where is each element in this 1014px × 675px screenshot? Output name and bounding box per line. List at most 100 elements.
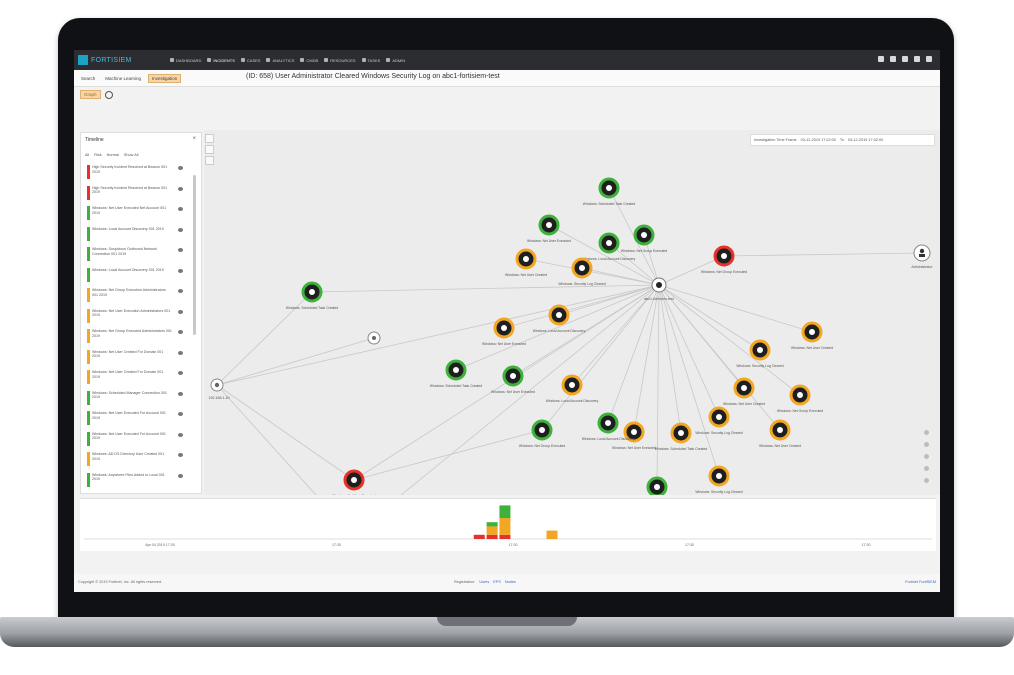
bell-icon[interactable] xyxy=(878,56,884,62)
histogram-bar-red[interactable] xyxy=(486,534,498,539)
graph-node[interactable]: Windows: Net User Executed xyxy=(482,317,526,346)
close-icon[interactable]: × xyxy=(192,136,196,142)
graph-node[interactable]: Windows: Local Account Discovery xyxy=(546,374,599,403)
eye-icon[interactable] xyxy=(178,330,183,334)
graph-node[interactable]: Windows: Local Account Discovery xyxy=(533,304,586,333)
reset-icon[interactable] xyxy=(924,454,929,459)
timeline-filter[interactable]: Normal xyxy=(107,153,119,157)
histogram-bar-orange[interactable] xyxy=(499,518,511,535)
eye-icon[interactable] xyxy=(178,412,183,416)
eye-icon[interactable] xyxy=(178,350,183,355)
minus-icon[interactable] xyxy=(924,442,929,447)
nav-item-cases[interactable]: CASES xyxy=(240,55,260,65)
nav-item-admin[interactable]: ADMIN xyxy=(386,55,405,65)
graph-node[interactable]: Windows: Net User Created xyxy=(759,419,801,448)
timeline-item[interactable]: Windows: Anywhere Files Added to Local 0… xyxy=(87,472,187,493)
histogram-bar-green[interactable] xyxy=(499,505,511,518)
graph-node[interactable]: Windows: Security Log Cleared xyxy=(558,257,606,286)
gear-icon[interactable] xyxy=(902,56,908,62)
eye-icon[interactable] xyxy=(178,473,183,478)
zoom-out-icon[interactable] xyxy=(205,145,214,154)
fullscreen-icon[interactable] xyxy=(924,478,929,483)
footer-link[interactable]: EPS xyxy=(493,580,501,584)
timeline-item[interactable]: High Security Incident Resolved at Beaco… xyxy=(87,164,187,185)
logout-icon[interactable] xyxy=(926,56,932,62)
investigation-graph[interactable]: Windows: Scheduled Task CreatedWindows: … xyxy=(204,130,940,495)
graph-node[interactable]: Windows: Net User Created xyxy=(791,321,833,350)
timeline-item[interactable]: Windows: Net User Executed For Account 0… xyxy=(87,410,187,431)
time-range-to[interactable]: 03-12-2019 17:32:00 xyxy=(848,138,883,142)
timeline-item[interactable]: High Security Incident Resolved at Beaco… xyxy=(87,185,187,206)
graph-node[interactable]: Windows: Scheduled Task Created xyxy=(631,476,684,495)
histogram-bar-red[interactable] xyxy=(473,534,485,539)
add-view-icon[interactable] xyxy=(104,90,113,99)
eye-icon[interactable] xyxy=(178,248,183,252)
nav-item-tasks[interactable]: TASKS xyxy=(361,55,380,65)
histogram-bar-red[interactable] xyxy=(499,534,511,539)
footer-link[interactable]: Nodes xyxy=(505,580,516,584)
app-logo[interactable]: FORTISIEM xyxy=(78,54,132,66)
histogram-bar-green[interactable] xyxy=(486,522,498,527)
timeline-item[interactable]: Windows: Net User Execution Administrato… xyxy=(87,308,187,329)
nav-item-analytics[interactable]: ANALYTICS xyxy=(266,55,294,65)
timeline-item[interactable]: Windows: Local Account Discovery 001 201… xyxy=(87,226,187,247)
eye-icon[interactable] xyxy=(178,453,183,457)
timeline-filter[interactable]: Show All xyxy=(124,153,139,157)
histogram-bar-orange[interactable] xyxy=(546,530,558,539)
eye-icon[interactable] xyxy=(178,432,183,437)
timeline-item[interactable]: Windows: Net User Executed Net Account 0… xyxy=(87,205,187,226)
graph-node[interactable]: Windows: Security Log Cleared xyxy=(695,406,743,435)
timeline-item[interactable]: Windows: Net Group Execution Administrat… xyxy=(87,287,187,308)
process-node[interactable] xyxy=(367,331,381,345)
timeline-filter[interactable]: Risk xyxy=(94,153,101,157)
timeline-item[interactable]: Windows: Scheduled Manager Connection 00… xyxy=(87,390,187,411)
tab-machine-learning[interactable]: Machine Learning xyxy=(102,74,144,83)
eye-icon[interactable] xyxy=(178,207,183,211)
histogram-bar-orange[interactable] xyxy=(486,526,498,535)
eye-icon[interactable] xyxy=(178,186,183,191)
timeline-filter[interactable]: All xyxy=(85,153,89,157)
timeline-item[interactable]: Windows: Net User Created For Domain 001… xyxy=(87,349,187,370)
user-icon[interactable] xyxy=(890,56,896,62)
graph-view-pill[interactable]: Graph xyxy=(80,90,101,99)
nav-item-resources[interactable]: RESOURCES xyxy=(324,55,356,65)
graph-node[interactable]: Windows: Net Group Executed xyxy=(621,224,667,253)
eye-icon[interactable] xyxy=(178,309,183,314)
fit-icon[interactable] xyxy=(205,156,214,165)
graph-node[interactable]: Windows: Scheduled Task Created xyxy=(655,422,708,451)
timeline-item[interactable]: Windows: Net User Executed For Account 0… xyxy=(87,431,187,452)
graph-node[interactable]: Windows: Scheduled Task Created xyxy=(430,359,483,388)
graph-node[interactable]: Windows: Net User Created xyxy=(505,248,547,277)
footer-brand-link[interactable]: Fortinet FortiSIEM xyxy=(905,580,936,584)
timeline-item[interactable]: Windows: AD DS Directory User Created 00… xyxy=(87,451,187,472)
graph-node[interactable]: Windows: Scheduled Task Created xyxy=(583,177,636,206)
eye-icon[interactable] xyxy=(178,166,183,170)
timeline-item[interactable]: Windows: Net User Created For Domain 001… xyxy=(87,369,187,390)
tab-investigation[interactable]: Investigation xyxy=(148,74,182,83)
timeline-scrollbar[interactable] xyxy=(193,175,196,335)
graph-node[interactable]: Windows: Scheduled Task Created xyxy=(286,281,339,310)
help-icon[interactable] xyxy=(914,56,920,62)
timeline-item[interactable]: Windows: Suspicious Outbound Network Con… xyxy=(87,246,187,267)
tab-search[interactable]: Search xyxy=(78,74,98,83)
graph-node[interactable]: Windows: Net User Created xyxy=(723,377,765,406)
timeline-item[interactable]: Windows: Local Account Discovery 001 201… xyxy=(87,267,187,288)
eye-icon[interactable] xyxy=(178,391,183,396)
nav-item-incidents[interactable]: INCIDENTS xyxy=(207,55,235,65)
zoom-in-icon[interactable] xyxy=(205,134,214,143)
graph-node[interactable]: Windows: Net User Executed xyxy=(332,469,376,495)
graph-node[interactable]: Windows: Net Group Executed xyxy=(701,245,747,274)
time-range-from[interactable]: 03-12-2019 17:22:00 xyxy=(801,138,836,142)
eye-icon[interactable] xyxy=(178,371,183,375)
eye-icon[interactable] xyxy=(178,227,183,232)
footer-link[interactable]: Users xyxy=(479,580,489,584)
eye-icon[interactable] xyxy=(178,268,183,273)
user-node[interactable]: Administrator xyxy=(911,244,933,269)
graph-node[interactable]: Windows: Security Log Cleared xyxy=(695,465,743,494)
graph-node[interactable]: Windows: Security Log Cleared xyxy=(736,339,784,368)
eye-icon[interactable] xyxy=(178,289,183,293)
timeline-item[interactable]: Windows: Net Group Executed Administrato… xyxy=(87,328,187,349)
graph-node[interactable]: Windows: Net Group Executed xyxy=(777,384,823,413)
nav-item-cmdb[interactable]: CMDB xyxy=(300,55,318,65)
graph-node[interactable]: Windows: Net User Executed xyxy=(527,214,571,243)
